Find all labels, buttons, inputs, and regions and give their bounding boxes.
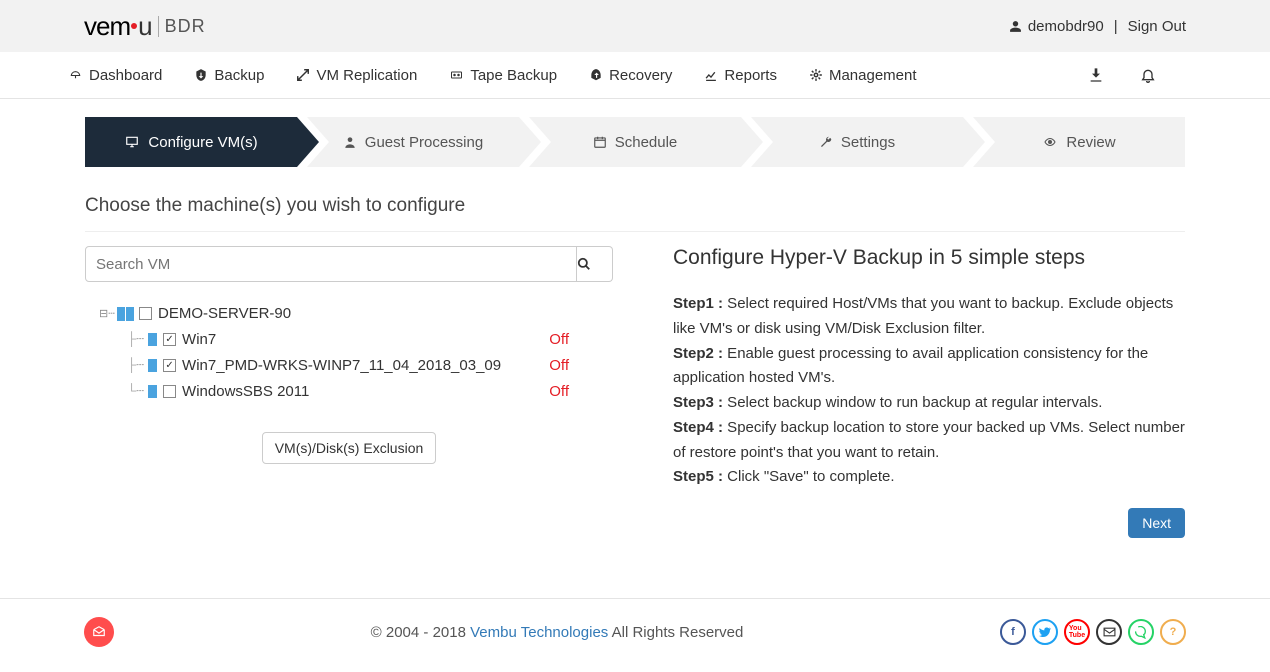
wizard-step-schedule[interactable]: Schedule [529,117,741,167]
recovery-icon [589,68,603,82]
reports-icon [704,69,718,82]
eye-icon [1042,136,1058,148]
whatsapp-icon[interactable] [1128,619,1154,645]
user-area: demobdr90 | Sign Out [1009,18,1186,35]
email-icon[interactable] [1096,619,1122,645]
social-icons: f YouTube ? [1000,619,1186,645]
vm-icon [148,333,157,346]
vm-status: Off [549,331,569,348]
nav-recovery[interactable]: Recovery [589,67,672,84]
nav-menu: Dashboard Backup VM Replication Tape Backup… [68,67,917,84]
vm-icon [148,385,157,398]
tree-vm-row[interactable]: ├┄ Win7 Off [99,326,613,352]
help-step: Step3 : Select backup window to run back… [673,391,1185,416]
wizard-step-guest-processing[interactable]: Guest Processing [307,117,519,167]
vm-icon [148,359,157,372]
nav-reports[interactable]: Reports [704,67,777,84]
copyright-year: 2004 - 2018 [386,624,470,641]
vm-status: Off [549,357,569,374]
username-label[interactable]: demobdr90 [1028,18,1104,35]
nav-bar: Dashboard Backup VM Replication Tape Backup… [0,52,1270,99]
facebook-icon[interactable]: f [1000,619,1026,645]
nav-dashboard[interactable]: Dashboard [68,67,162,84]
calendar-icon [593,135,607,149]
tree-vm-row[interactable]: ├┄ Win7_PMD-WRKS-WINP7_11_04_2018_03_09 Of… [99,352,613,378]
search-button[interactable] [577,246,613,282]
vm-tree: ⊟┄ DEMO-SERVER-90 ├┄ Win7 Off ├┄ Win7_PMD-WR… [99,300,613,404]
vm-status: Off [549,383,569,400]
mail-fab-icon[interactable] [84,617,114,647]
brand-part-a: vem [84,11,130,42]
tree-line-icon: ├┄ [127,357,144,373]
expand-icon[interactable]: ⊟┄ [99,307,115,320]
wizard-step-configure-vm-s-[interactable]: Configure VM(s) [85,117,297,167]
nav-backup[interactable]: Backup [194,67,264,84]
wizard-steps: Configure VM(s)Guest ProcessingScheduleS… [85,117,1185,167]
vm-checkbox[interactable] [163,333,176,346]
nav-management[interactable]: Management [809,67,917,84]
next-button[interactable]: Next [1128,508,1185,538]
copyright-icon: © [371,624,382,641]
help-steps: Step1 : Select required Host/VMs that yo… [673,292,1185,490]
vm-replication-icon [296,68,310,82]
tree-line-icon: ├┄ [127,331,144,347]
download-icon[interactable] [1088,67,1104,83]
search-box [85,246,613,282]
help-step: Step5 : Click "Save" to complete. [673,465,1185,490]
dashboard-icon [68,69,83,82]
backup-icon [194,68,208,82]
desktop-icon [124,135,140,149]
management-icon [809,68,823,82]
vm-name: Win7 [182,331,216,348]
separator: | [1114,18,1118,35]
server-name: DEMO-SERVER-90 [158,305,291,322]
vm-checkbox[interactable] [163,359,176,372]
tree-vm-row[interactable]: └┄ WindowsSBS 2011 Off [99,378,613,404]
tree-server-row[interactable]: ⊟┄ DEMO-SERVER-90 [99,300,613,326]
tree-line-icon: └┄ [127,383,144,399]
company-link[interactable]: Vembu Technologies [470,624,608,641]
wrench-icon [819,135,833,149]
brand-suffix: BDR [158,16,206,37]
tape-backup-icon [449,69,464,81]
help-icon[interactable]: ? [1160,619,1186,645]
signout-link[interactable]: Sign Out [1128,18,1186,35]
page-heading: Choose the machine(s) you wish to config… [85,195,1185,217]
search-input[interactable] [85,246,577,282]
bell-icon[interactable] [1140,66,1156,84]
nav-right [1088,66,1156,84]
copyright-tail: All Rights Reserved [608,624,743,641]
help-step: Step4 : Specify backup location to store… [673,416,1185,466]
wizard-step-settings[interactable]: Settings [751,117,963,167]
nav-vm-replication[interactable]: VM Replication [296,67,417,84]
brand-logo: vemu BDR [84,11,206,42]
wizard-step-review[interactable]: Review [973,117,1185,167]
exclusion-button[interactable]: VM(s)/Disk(s) Exclusion [262,432,437,464]
footer: © 2004 - 2018 Vembu Technologies All Rig… [0,598,1270,665]
nav-tape-backup[interactable]: Tape Backup [449,67,557,84]
top-bar: vemu BDR demobdr90 | Sign Out [0,0,1270,52]
logo-dot-icon [131,23,137,29]
brand-part-b: u [138,11,151,42]
help-step: Step1 : Select required Host/VMs that yo… [673,292,1185,342]
server-checkbox[interactable] [139,307,152,320]
user-icon [1009,20,1022,33]
user-icon [343,135,357,149]
twitter-icon[interactable] [1032,619,1058,645]
vm-name: WindowsSBS 2011 [182,383,309,400]
help-step: Step2 : Enable guest processing to avail… [673,342,1185,392]
youtube-icon[interactable]: YouTube [1064,619,1090,645]
vm-name: Win7_PMD-WRKS-WINP7_11_04_2018_03_09 [182,357,501,374]
help-title: Configure Hyper-V Backup in 5 simple ste… [673,246,1185,270]
vm-checkbox[interactable] [163,385,176,398]
server-icon [117,305,135,322]
